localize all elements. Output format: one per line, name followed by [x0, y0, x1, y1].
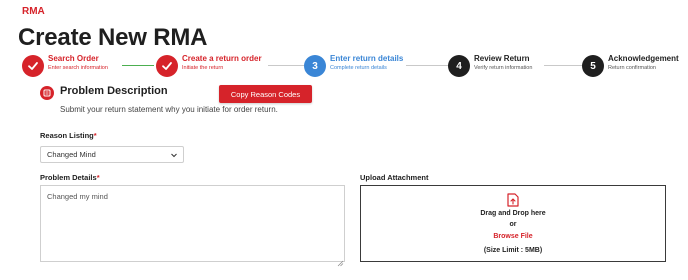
page-title: Create New RMA — [18, 24, 208, 51]
step-number: 4 — [448, 55, 470, 77]
reason-listing-label: Reason Listing* — [40, 131, 97, 140]
check-icon — [22, 55, 44, 77]
reason-select[interactable]: Changed Mind — [40, 146, 184, 163]
problem-details-label: Problem Details* — [40, 173, 100, 182]
step-subtitle: Complete return details — [330, 65, 387, 71]
step-connector — [406, 65, 448, 66]
required-mark: * — [96, 173, 100, 182]
chevron-down-icon — [170, 151, 178, 161]
section-description: Submit your return statement why you ini… — [60, 105, 278, 114]
browse-file-link[interactable]: Browse File — [361, 233, 665, 240]
label-text: Reason Listing — [40, 131, 94, 140]
step-subtitle: Verify return information — [474, 65, 533, 71]
breadcrumb[interactable]: RMA — [22, 6, 45, 17]
or-text: or — [509, 221, 517, 228]
label-text: Problem Details — [40, 173, 97, 182]
step-connector — [122, 65, 154, 66]
check-icon — [156, 55, 178, 77]
progress-stepper: Search Order Enter search information Cr… — [22, 55, 682, 81]
size-limit-text: (Size Limit : 5MB) — [483, 247, 543, 254]
upload-dropzone[interactable]: Drag and Drop here or Browse File (Size … — [360, 185, 666, 262]
step-search-order[interactable]: Search Order Enter search information — [22, 55, 108, 77]
step-create-return[interactable]: Create a return order Initiate the retur… — [156, 55, 262, 77]
copy-reason-codes-button[interactable]: Copy Reason Codes — [219, 85, 312, 103]
step-acknowledgement[interactable]: 5 Acknowledgement Return confirmation — [582, 55, 679, 77]
problem-details-textarea[interactable]: Changed my mind — [40, 185, 345, 262]
step-connector — [268, 65, 304, 66]
section-title: Problem Description — [60, 85, 168, 97]
drag-drop-text: Drag and Drop here — [480, 210, 546, 217]
step-subtitle: Initiate the return — [182, 65, 224, 71]
step-number: 3 — [304, 55, 326, 77]
step-title: Acknowledgement — [608, 54, 679, 63]
resize-handle-icon[interactable] — [337, 254, 344, 272]
upload-attachment-label: Upload Attachment — [360, 173, 429, 182]
step-title: Review Return — [474, 54, 530, 63]
step-connector — [544, 65, 582, 66]
document-icon — [40, 86, 54, 100]
step-subtitle: Enter search information — [48, 65, 108, 71]
step-title: Search Order — [48, 54, 99, 63]
step-title: Create a return order — [182, 54, 262, 63]
required-mark: * — [93, 131, 97, 140]
step-title: Enter return details — [330, 54, 404, 63]
step-number: 5 — [582, 55, 604, 77]
step-review-return[interactable]: 4 Review Return Verify return informatio… — [448, 55, 532, 77]
selected-value: Changed Mind — [47, 150, 96, 159]
step-enter-details[interactable]: 3 Enter return details Complete return d… — [304, 55, 403, 77]
step-subtitle: Return confirmation — [608, 65, 656, 71]
